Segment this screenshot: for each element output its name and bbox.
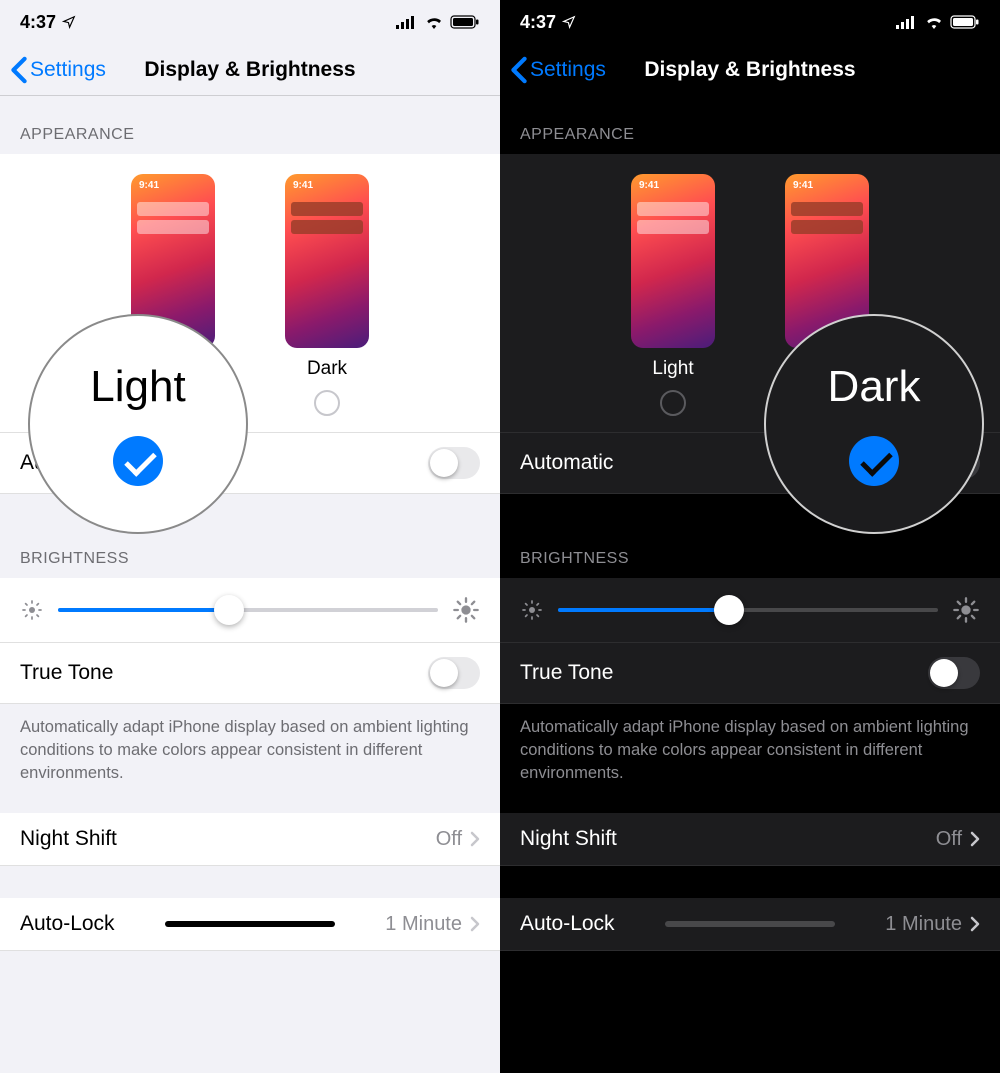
true-tone-row: True Tone: [500, 643, 1000, 704]
preview-time: 9:41: [639, 180, 659, 191]
light-mode-screenshot: 4:37 Settings Display & Brightness APPEA…: [0, 0, 500, 1073]
preview-time: 9:41: [139, 180, 159, 191]
auto-lock-row[interactable]: Auto-Lock 1 Minute: [500, 898, 1000, 951]
dark-option[interactable]: 9:41 Dark: [285, 174, 369, 416]
nav-bar: Settings Display & Brightness: [0, 44, 500, 96]
magnified-checkmark-icon: [849, 436, 899, 486]
brightness-high-icon: [452, 596, 480, 624]
brightness-slider[interactable]: [58, 608, 438, 612]
light-option[interactable]: 9:41 Light: [631, 174, 715, 416]
back-label: Settings: [30, 58, 106, 82]
chevron-left-icon: [510, 56, 528, 84]
true-tone-label: True Tone: [520, 661, 613, 685]
back-button[interactable]: Settings: [10, 56, 106, 84]
scroll-indicator: [665, 921, 835, 927]
true-tone-label: True Tone: [20, 661, 113, 685]
auto-lock-row[interactable]: Auto-Lock 1 Minute: [0, 898, 500, 951]
magnified-dark-label: Dark: [828, 362, 921, 412]
chevron-right-icon: [970, 916, 980, 932]
light-preview-thumbnail: 9:41: [631, 174, 715, 348]
magnifier-light: Light: [28, 314, 248, 534]
brightness-low-icon: [20, 598, 44, 622]
chevron-left-icon: [10, 56, 28, 84]
status-bar: 4:37: [0, 0, 500, 44]
cellular-icon: [896, 15, 918, 29]
status-bar: 4:37: [500, 0, 1000, 44]
magnified-checkmark-icon: [113, 436, 163, 486]
battery-icon: [450, 15, 480, 29]
night-shift-value: Off: [436, 828, 462, 851]
automatic-toggle[interactable]: [428, 447, 480, 479]
appearance-header: APPEARANCE: [500, 96, 1000, 154]
brightness-slider-row: [0, 578, 500, 643]
chevron-right-icon: [470, 831, 480, 847]
automatic-label: Automatic: [520, 451, 613, 475]
true-tone-row: True Tone: [0, 643, 500, 704]
auto-lock-label: Auto-Lock: [20, 912, 115, 936]
brightness-high-icon: [952, 596, 980, 624]
dark-label: Dark: [307, 358, 347, 380]
night-shift-value: Off: [936, 828, 962, 851]
location-icon: [562, 15, 576, 29]
auto-lock-label: Auto-Lock: [520, 912, 615, 936]
auto-lock-value: 1 Minute: [885, 913, 962, 936]
chevron-right-icon: [470, 916, 480, 932]
auto-lock-value: 1 Minute: [385, 913, 462, 936]
dark-mode-screenshot: 4:37 Settings Display & Brightness APPEA…: [500, 0, 1000, 1073]
night-shift-label: Night Shift: [20, 827, 117, 851]
appearance-header: APPEARANCE: [0, 96, 500, 154]
magnifier-dark: Dark: [764, 314, 984, 534]
true-tone-toggle[interactable]: [928, 657, 980, 689]
status-time: 4:37: [520, 12, 556, 33]
light-radio[interactable]: [660, 390, 686, 416]
brightness-low-icon: [520, 598, 544, 622]
nav-bar: Settings Display & Brightness: [500, 44, 1000, 96]
night-shift-label: Night Shift: [520, 827, 617, 851]
location-icon: [62, 15, 76, 29]
night-shift-row[interactable]: Night Shift Off: [0, 813, 500, 866]
brightness-header: BRIGHTNESS: [0, 536, 500, 578]
true-tone-toggle[interactable]: [428, 657, 480, 689]
cellular-icon: [396, 15, 418, 29]
wifi-icon: [924, 15, 944, 29]
true-tone-description: Automatically adapt iPhone display based…: [0, 704, 500, 813]
status-time: 4:37: [20, 12, 56, 33]
preview-time: 9:41: [793, 180, 813, 191]
brightness-header: BRIGHTNESS: [500, 536, 1000, 578]
chevron-right-icon: [970, 831, 980, 847]
brightness-slider[interactable]: [558, 608, 938, 612]
night-shift-row[interactable]: Night Shift Off: [500, 813, 1000, 866]
wifi-icon: [424, 15, 444, 29]
battery-icon: [950, 15, 980, 29]
brightness-slider-row: [500, 578, 1000, 643]
scroll-indicator: [165, 921, 335, 927]
preview-time: 9:41: [293, 180, 313, 191]
back-label: Settings: [530, 58, 606, 82]
true-tone-description: Automatically adapt iPhone display based…: [500, 704, 1000, 813]
light-label: Light: [652, 358, 693, 380]
back-button[interactable]: Settings: [510, 56, 606, 84]
magnified-light-label: Light: [90, 362, 185, 412]
dark-preview-thumbnail: 9:41: [285, 174, 369, 348]
dark-radio[interactable]: [314, 390, 340, 416]
